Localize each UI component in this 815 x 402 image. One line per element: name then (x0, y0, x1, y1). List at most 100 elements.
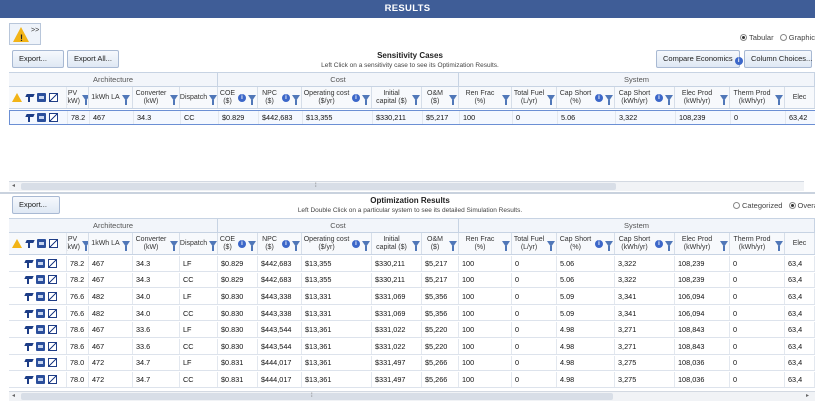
column-header-elec-prod-kwh-yr[interactable]: Elec Prod (kWh/yr) (675, 87, 730, 108)
column-header-operating-cost-yr[interactable]: Operating cost ($/yr) i (302, 87, 372, 108)
column-header-dispatch[interactable]: Dispatch (180, 87, 218, 108)
column-header-dispatch[interactable]: Dispatch (180, 233, 218, 254)
pane-splitter[interactable] (0, 192, 815, 194)
filter-icon[interactable] (209, 240, 217, 251)
filter-icon[interactable] (412, 240, 420, 251)
column-choices-button[interactable]: Column Choices... (744, 50, 812, 68)
sensitivity-export-button[interactable]: Export... (12, 50, 64, 68)
scroll-thumb[interactable] (21, 183, 616, 190)
filter-icon[interactable] (292, 240, 300, 251)
filter-icon[interactable] (248, 94, 256, 105)
filter-icon[interactable] (209, 94, 217, 105)
column-header-elec[interactable]: Elec (785, 87, 815, 108)
info-icon[interactable]: i (238, 93, 246, 102)
table-row[interactable]: 78.0 472 34.7 LF $0.831 $444,017 $13,361 $331,4… (9, 355, 815, 372)
column-header-pv-kw[interactable]: PV (kW) (67, 87, 89, 108)
info-icon[interactable]: i (655, 239, 663, 248)
column-header-ren-frac[interactable]: Ren Frac (%) (459, 87, 512, 108)
filter-icon[interactable] (547, 94, 555, 105)
table-row[interactable]: 78.6 467 33.6 LF $0.830 $443,544 $13,361 $331,0… (9, 322, 815, 338)
column-header-cap-short[interactable]: Cap Short (%) i (557, 87, 615, 108)
sensitivity-export-all-button[interactable]: Export All... (67, 50, 119, 68)
scroll-right-arrow[interactable]: ▸ (806, 392, 809, 401)
table-row[interactable]: 78.2 467 34.3 CC $0.829 $442,683 $13,355 $330,2… (9, 110, 815, 125)
filter-icon[interactable] (605, 94, 613, 105)
filter-icon[interactable] (170, 240, 178, 251)
header-tools (502, 94, 510, 105)
scroll-left-arrow[interactable]: ◂ (12, 392, 15, 401)
column-header-cap-short-kwh-yr[interactable]: Cap Short (kWh/yr) i (615, 87, 675, 108)
info-icon[interactable]: i (595, 93, 603, 102)
optimization-horizontal-scrollbar[interactable]: ◂ ⁞ ▸ (9, 391, 815, 401)
column-header-o-m[interactable]: O&M ($) (422, 87, 459, 108)
filter-icon[interactable] (412, 94, 420, 105)
table-row[interactable]: 78.0 472 34.7 CC $0.831 $444,017 $13,361 $331,4… (9, 372, 815, 388)
info-icon[interactable]: i (238, 239, 246, 248)
filter-icon[interactable] (665, 240, 673, 251)
table-row[interactable]: 78.2 467 34.3 CC $0.829 $442,683 $13,355 $330,2… (9, 272, 815, 289)
column-header-npc[interactable]: NPC ($) i (258, 233, 302, 254)
overall-radio[interactable] (788, 202, 796, 209)
filter-icon[interactable] (605, 240, 613, 251)
scroll-left-arrow[interactable]: ◂ (12, 182, 15, 191)
sensitivity-horizontal-scrollbar[interactable]: ◂ ⁞ (9, 181, 804, 191)
column-header-1kwh-la[interactable]: 1kWh LA (89, 233, 133, 254)
column-header-total-fuel-l-yr[interactable]: Total Fuel (L/yr) (512, 87, 557, 108)
filter-icon[interactable] (502, 94, 510, 105)
filter-icon[interactable] (362, 240, 370, 251)
column-header-coe[interactable]: COE ($) i (218, 87, 258, 108)
filter-icon[interactable] (775, 240, 783, 251)
column-header-coe[interactable]: COE ($) i (218, 233, 258, 254)
filter-icon[interactable] (720, 94, 728, 105)
compare-economics-button[interactable]: Compare Economics i (656, 50, 743, 68)
column-header-elec-prod-kwh-yr[interactable]: Elec Prod (kWh/yr) (675, 233, 730, 254)
column-header-therm-prod-kwh-yr[interactable]: Therm Prod (kWh/yr) (730, 87, 785, 108)
info-icon[interactable]: i (595, 239, 603, 248)
column-header-pv-kw[interactable]: PV (kW) (67, 233, 89, 254)
filter-icon[interactable] (449, 240, 457, 251)
filter-icon[interactable] (665, 94, 673, 105)
column-header-o-m[interactable]: O&M ($) (422, 233, 459, 254)
column-header-converter-kw[interactable]: Converter (kW) (133, 87, 180, 108)
table-row[interactable]: 78.6 467 33.6 CC $0.830 $443,544 $13,361 $331,0… (9, 339, 815, 355)
filter-icon[interactable] (81, 94, 88, 105)
info-icon[interactable]: i (352, 239, 360, 248)
filter-icon[interactable] (81, 240, 88, 251)
filter-icon[interactable] (720, 240, 728, 251)
filter-icon[interactable] (292, 94, 300, 105)
scroll-thumb[interactable] (21, 393, 613, 400)
column-header-initial-capital[interactable]: Initial capital ($) (372, 233, 422, 254)
optimization-export-button[interactable]: Export... (12, 196, 60, 214)
column-header-npc[interactable]: NPC ($) i (258, 87, 302, 108)
column-header-ren-frac[interactable]: Ren Frac (%) (459, 233, 512, 254)
column-header-cap-short-kwh-yr[interactable]: Cap Short (kWh/yr) i (615, 233, 675, 254)
table-row[interactable]: 76.6 482 34.0 CC $0.830 $443,338 $13,331 $331,0… (9, 305, 815, 322)
column-header-converter-kw[interactable]: Converter (kW) (133, 233, 180, 254)
table-row[interactable]: 76.6 482 34.0 LF $0.830 $443,338 $13,331 $331,0… (9, 289, 815, 305)
column-header-operating-cost-yr[interactable]: Operating cost ($/yr) i (302, 233, 372, 254)
info-icon[interactable]: i (352, 93, 360, 102)
graphical-radio[interactable] (779, 34, 787, 41)
filter-icon[interactable] (502, 240, 510, 251)
column-header-cap-short[interactable]: Cap Short (%) i (557, 233, 615, 254)
tabular-radio[interactable] (740, 34, 747, 41)
table-row[interactable]: 78.2 467 34.3 LF $0.829 $442,683 $13,355 $330,2… (9, 256, 815, 272)
filter-icon[interactable] (121, 240, 130, 251)
filter-icon[interactable] (362, 94, 370, 105)
filter-icon[interactable] (170, 94, 178, 105)
column-header-elec[interactable]: Elec (785, 233, 815, 254)
filter-icon[interactable] (449, 94, 457, 105)
column-header-total-fuel-l-yr[interactable]: Total Fuel (L/yr) (512, 233, 557, 254)
categorized-radio[interactable] (733, 202, 740, 209)
info-icon[interactable]: i (282, 93, 290, 102)
column-header-1kwh-la[interactable]: 1kWh LA (89, 87, 133, 108)
filter-icon[interactable] (121, 94, 130, 105)
info-icon[interactable]: i (655, 93, 663, 102)
warnings-toggle-button[interactable]: ! >> (9, 23, 41, 45)
column-header-initial-capital[interactable]: Initial capital ($) (372, 87, 422, 108)
filter-icon[interactable] (775, 94, 783, 105)
filter-icon[interactable] (248, 240, 256, 251)
column-header-therm-prod-kwh-yr[interactable]: Therm Prod (kWh/yr) (730, 233, 785, 254)
info-icon[interactable]: i (282, 239, 290, 248)
filter-icon[interactable] (547, 240, 555, 251)
